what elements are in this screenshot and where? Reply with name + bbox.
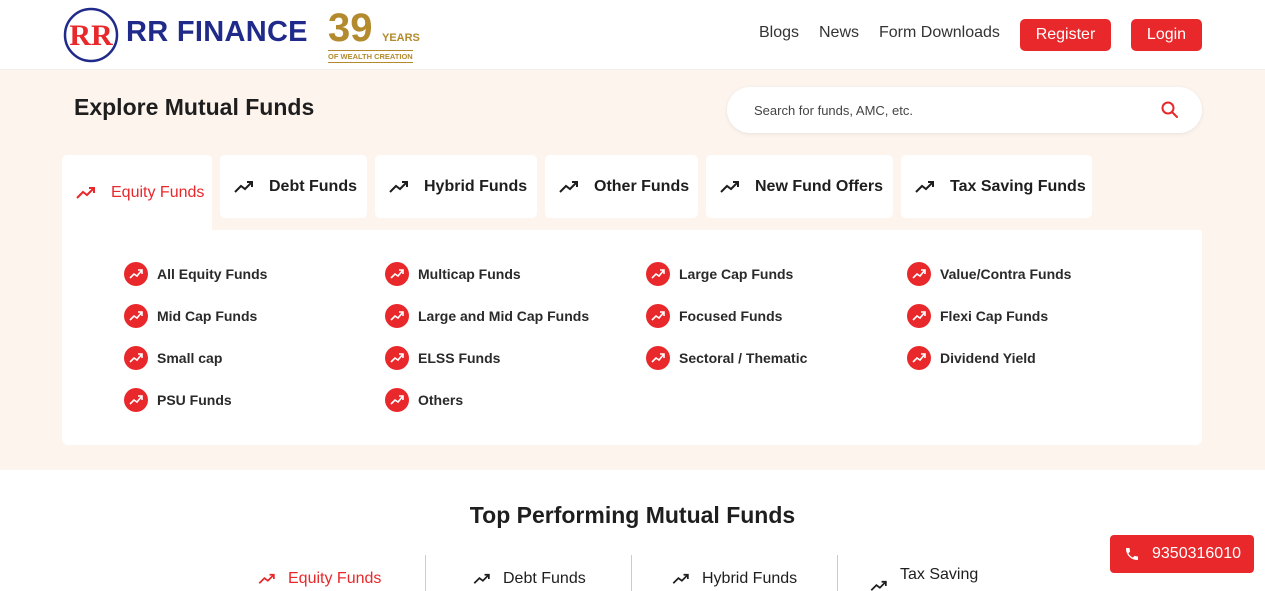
trending-up-icon xyxy=(124,346,148,370)
tab-other-funds[interactable]: Other Funds xyxy=(545,155,698,218)
trending-up-icon xyxy=(907,262,931,286)
category-label: All Equity Funds xyxy=(157,266,268,282)
category-link[interactable]: Large Cap Funds xyxy=(646,262,793,286)
tp-tab-equity-funds[interactable]: Equity Funds xyxy=(258,570,381,588)
trending-up-icon xyxy=(385,388,409,412)
register-button[interactable]: Register xyxy=(1020,19,1111,51)
tab-divider xyxy=(425,555,426,591)
site-header: RR RR FINANCE 39 YEARS OF WEALTH CREATIO… xyxy=(0,0,1265,70)
trending-up-icon xyxy=(76,186,95,199)
search-bar[interactable] xyxy=(727,87,1202,133)
tab-label: Debt Funds xyxy=(269,177,357,195)
category-link[interactable]: Value/Contra Funds xyxy=(907,262,1071,286)
tab-label: Tax Saving Funds xyxy=(950,177,1086,195)
category-label: Sectoral / Thematic xyxy=(679,350,808,366)
years-tagline: OF WEALTH CREATION xyxy=(328,50,413,63)
tp-tab-label: Equity Funds xyxy=(288,570,382,587)
trending-up-icon xyxy=(672,573,689,584)
category-link[interactable]: All Equity Funds xyxy=(124,262,267,286)
category-label: Multicap Funds xyxy=(418,266,521,282)
tp-tab-hybrid-funds[interactable]: Hybrid Funds xyxy=(672,570,797,588)
category-link[interactable]: ELSS Funds xyxy=(385,346,500,370)
phone-number: 9350316010 xyxy=(1152,545,1241,562)
nav-form-downloads[interactable]: Form Downloads xyxy=(879,24,1000,42)
category-link[interactable]: Dividend Yield xyxy=(907,346,1036,370)
tp-tab-label: Debt Funds xyxy=(503,570,586,587)
trending-up-icon xyxy=(234,180,253,193)
category-label: Dividend Yield xyxy=(940,350,1036,366)
tab-tax-saving-funds[interactable]: Tax Saving Funds xyxy=(901,155,1092,218)
explore-section: Explore Mutual Funds Equity Funds Debt F… xyxy=(0,70,1265,470)
tab-label: Hybrid Funds xyxy=(424,177,528,195)
top-performing-title: Top Performing Mutual Funds xyxy=(469,502,796,528)
category-link[interactable]: Large and Mid Cap Funds xyxy=(385,304,589,328)
trending-up-icon xyxy=(258,573,275,584)
category-label: Small cap xyxy=(157,350,223,366)
category-link[interactable]: Focused Funds xyxy=(646,304,782,328)
tab-label: Equity Funds xyxy=(111,183,205,201)
tab-hybrid-funds[interactable]: Hybrid Funds xyxy=(375,155,537,218)
years-word: YEARS xyxy=(382,32,420,44)
tp-tab-tax-saving[interactable]: Tax Saving xyxy=(870,566,978,591)
explore-title: Explore Mutual Funds xyxy=(74,94,315,120)
tab-debt-funds[interactable]: Debt Funds xyxy=(220,155,367,218)
trending-up-icon xyxy=(473,573,490,584)
trending-up-icon xyxy=(915,180,934,193)
category-label: Others xyxy=(418,392,464,408)
category-link[interactable]: Multicap Funds xyxy=(385,262,521,286)
tp-tab-debt-funds[interactable]: Debt Funds xyxy=(473,570,586,588)
trending-up-icon xyxy=(870,580,887,591)
trending-up-icon xyxy=(907,304,931,328)
trending-up-icon xyxy=(907,346,931,370)
tp-tab-label: Hybrid Funds xyxy=(702,570,798,587)
trending-up-icon xyxy=(646,346,670,370)
call-phone-button[interactable]: 9350316010 xyxy=(1110,535,1254,573)
trending-up-icon xyxy=(124,304,148,328)
phone-icon xyxy=(1126,548,1138,560)
nav-blogs[interactable]: Blogs xyxy=(759,24,799,42)
category-link[interactable]: PSU Funds xyxy=(124,388,232,412)
tab-divider xyxy=(631,555,632,591)
category-label: Large and Mid Cap Funds xyxy=(418,308,590,324)
search-icon[interactable] xyxy=(1160,100,1180,120)
trending-up-icon xyxy=(559,180,578,193)
login-button[interactable]: Login xyxy=(1131,19,1202,51)
trending-up-icon xyxy=(389,180,408,193)
fund-category-panel: All Equity Funds Mid Cap Funds Small cap… xyxy=(62,230,1202,445)
trending-up-icon xyxy=(124,388,148,412)
tab-label: New Fund Offers xyxy=(755,177,884,195)
category-link[interactable]: Flexi Cap Funds xyxy=(907,304,1048,328)
trending-up-icon xyxy=(385,262,409,286)
category-label: Mid Cap Funds xyxy=(157,308,258,324)
trending-up-icon xyxy=(124,262,148,286)
tab-label: Other Funds xyxy=(594,177,690,195)
category-link[interactable]: Small cap xyxy=(124,346,222,370)
trending-up-icon xyxy=(385,304,409,328)
category-link[interactable]: Sectoral / Thematic xyxy=(646,346,807,370)
category-link[interactable]: Mid Cap Funds xyxy=(124,304,257,328)
category-label: ELSS Funds xyxy=(418,350,501,366)
nav-news[interactable]: News xyxy=(819,24,859,42)
trending-up-icon xyxy=(720,180,739,193)
search-input[interactable] xyxy=(754,100,1134,120)
trending-up-icon xyxy=(646,304,670,328)
tab-divider xyxy=(837,555,838,591)
category-label: Large Cap Funds xyxy=(679,266,794,282)
category-label: Focused Funds xyxy=(679,308,783,324)
trending-up-icon xyxy=(385,346,409,370)
anniversary-badge: 39 YEARS OF WEALTH CREATION xyxy=(328,6,420,64)
brand-name[interactable]: RR FINANCE xyxy=(126,16,308,49)
category-label: Flexi Cap Funds xyxy=(940,308,1049,324)
years-number: 39 xyxy=(328,6,373,50)
rr-finance-logo-icon[interactable]: RR xyxy=(62,7,120,63)
tab-new-fund-offers[interactable]: New Fund Offers xyxy=(706,155,893,218)
category-link[interactable]: Others xyxy=(385,388,463,412)
trending-up-icon xyxy=(646,262,670,286)
svg-text:RR: RR xyxy=(69,19,113,52)
category-label: PSU Funds xyxy=(157,392,232,408)
category-label: Value/Contra Funds xyxy=(940,266,1072,282)
tp-tab-label: Tax Saving xyxy=(900,566,979,583)
tab-equity-funds[interactable]: Equity Funds xyxy=(62,155,212,230)
